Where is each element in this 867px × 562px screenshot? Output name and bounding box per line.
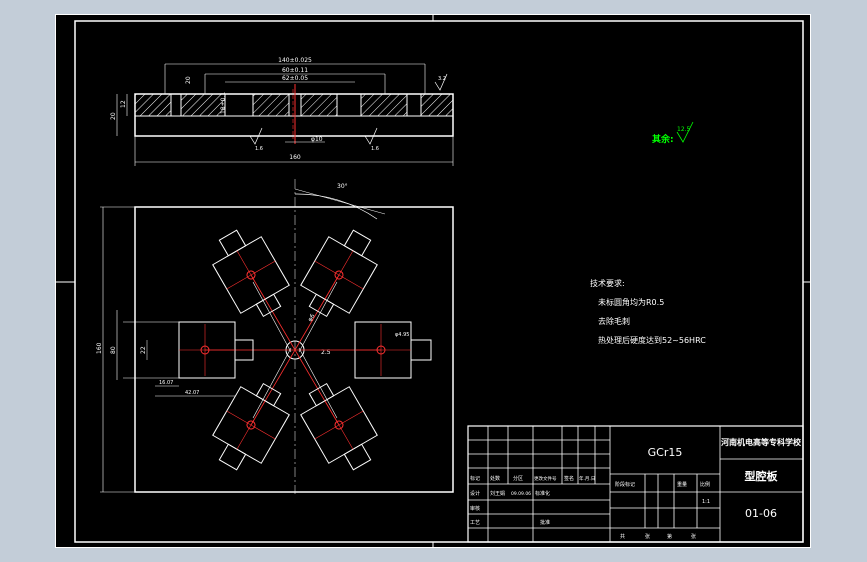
tb-scale-value: 1:1 (702, 499, 710, 505)
cad-drawing-sheet: 140±0.025 60±0.11 62±0.05 20 12 20 18±0.… (55, 14, 811, 548)
tb-designer: 刘王娟 (490, 490, 505, 497)
surface-note-label: 其余: (652, 133, 674, 145)
tb-sign: 签名 (564, 475, 574, 482)
material-text: GCr15 (648, 446, 683, 459)
dim-small2: 18±0.1 (220, 92, 227, 114)
dim-small1: 20 (185, 76, 192, 84)
plan-dim-left-inner: 80 (110, 346, 117, 354)
drawing-number: 01-06 (745, 507, 777, 520)
roughness-value-1: 3.2 (438, 76, 446, 82)
tb-date: 年.月.日 (579, 475, 595, 482)
tb-change-doc: 更改文件号 (534, 475, 557, 482)
tb-review: 审核 (470, 505, 480, 512)
section-view: 140±0.025 60±0.11 62±0.05 20 12 20 18±0.… (110, 57, 454, 166)
tb-weight-label: 重量 (677, 481, 687, 488)
surface-roughness-note: 其余: 12.5 (652, 121, 694, 145)
cavity-bottom-right (300, 382, 378, 471)
tech-req-item: 热处理后硬度达到52~56HRC (598, 335, 706, 345)
tech-req-item: 去除毛刺 (598, 316, 630, 326)
dim-overall-width: 140±0.025 (278, 57, 312, 64)
plan-dim-cavity2: 16.07 (159, 380, 173, 386)
tb-zone: 分区 (513, 475, 523, 482)
tb-scale-label: 比例 (700, 481, 710, 488)
tb-stage-label: 阶段标记 (615, 481, 635, 488)
plan-view: 160 80 30° φ6 2.5 22 16.07 42.07 φ4.95 (96, 179, 454, 494)
school-name: 河南机电高等专科学校 (721, 437, 802, 447)
tb-count: 处数 (490, 475, 500, 482)
dim-bottom-width: 160 (289, 154, 301, 161)
tb-sheet-no: 第 (667, 533, 672, 540)
plan-dim-cavity1: 22 (140, 346, 147, 354)
roughness-value-2: 1.6 (255, 146, 263, 152)
cavity-left: 22 16.07 42.07 (123, 321, 254, 397)
plan-dim-right: φ4.95 (395, 332, 409, 338)
cavity-top-left (212, 229, 290, 318)
tb-standard: 标准化 (535, 490, 550, 497)
dim-inner1: 60±0.11 (282, 67, 308, 74)
dim-height-right: 20 (110, 112, 117, 120)
tb-design-label: 设计 (470, 490, 480, 497)
tech-requirements: 技术要求: 未标圆角均为R0.5 去除毛刺 热处理后硬度达到52~56HRC (590, 278, 706, 345)
plan-dim-left-height: 160 (96, 342, 103, 354)
tech-req-item: 未标圆角均为R0.5 (598, 297, 664, 307)
dim-hole: φ10 (311, 136, 323, 143)
drawing-window: 140±0.025 60±0.11 62±0.05 20 12 20 18±0.… (0, 0, 867, 562)
tb-approve: 批准 (540, 519, 550, 526)
part-name: 型腔板 (745, 469, 779, 483)
tb-design-date: 09.09.06 (511, 491, 531, 497)
cavity-top-right (300, 229, 378, 318)
tb-sheet-total: 共 (620, 533, 625, 540)
tb-process: 工艺 (470, 520, 480, 526)
cavity-bottom-left (212, 382, 290, 471)
tb-sheet-unit2: 张 (691, 533, 696, 540)
tech-req-title: 技术要求: (590, 278, 625, 288)
tb-marker: 标记 (470, 475, 480, 482)
plan-dim-cavity3: 42.07 (185, 390, 199, 396)
dim-height-left: 12 (120, 100, 127, 108)
roughness-value-3: 1.6 (371, 146, 379, 152)
title-block-text: GCr15 河南机电高等专科学校 型腔板 01-06 标记 处数 分区 更改文件… (470, 437, 802, 540)
tb-sheet-unit: 张 (645, 533, 650, 540)
cavity-right: φ4.95 (354, 321, 432, 379)
plan-angle: 30° (337, 183, 348, 190)
cad-drawing-svg: 140±0.025 60±0.11 62±0.05 20 12 20 18±0.… (55, 14, 811, 548)
surface-note-value: 12.5 (677, 126, 691, 133)
dim-inner2: 62±0.05 (282, 75, 308, 82)
